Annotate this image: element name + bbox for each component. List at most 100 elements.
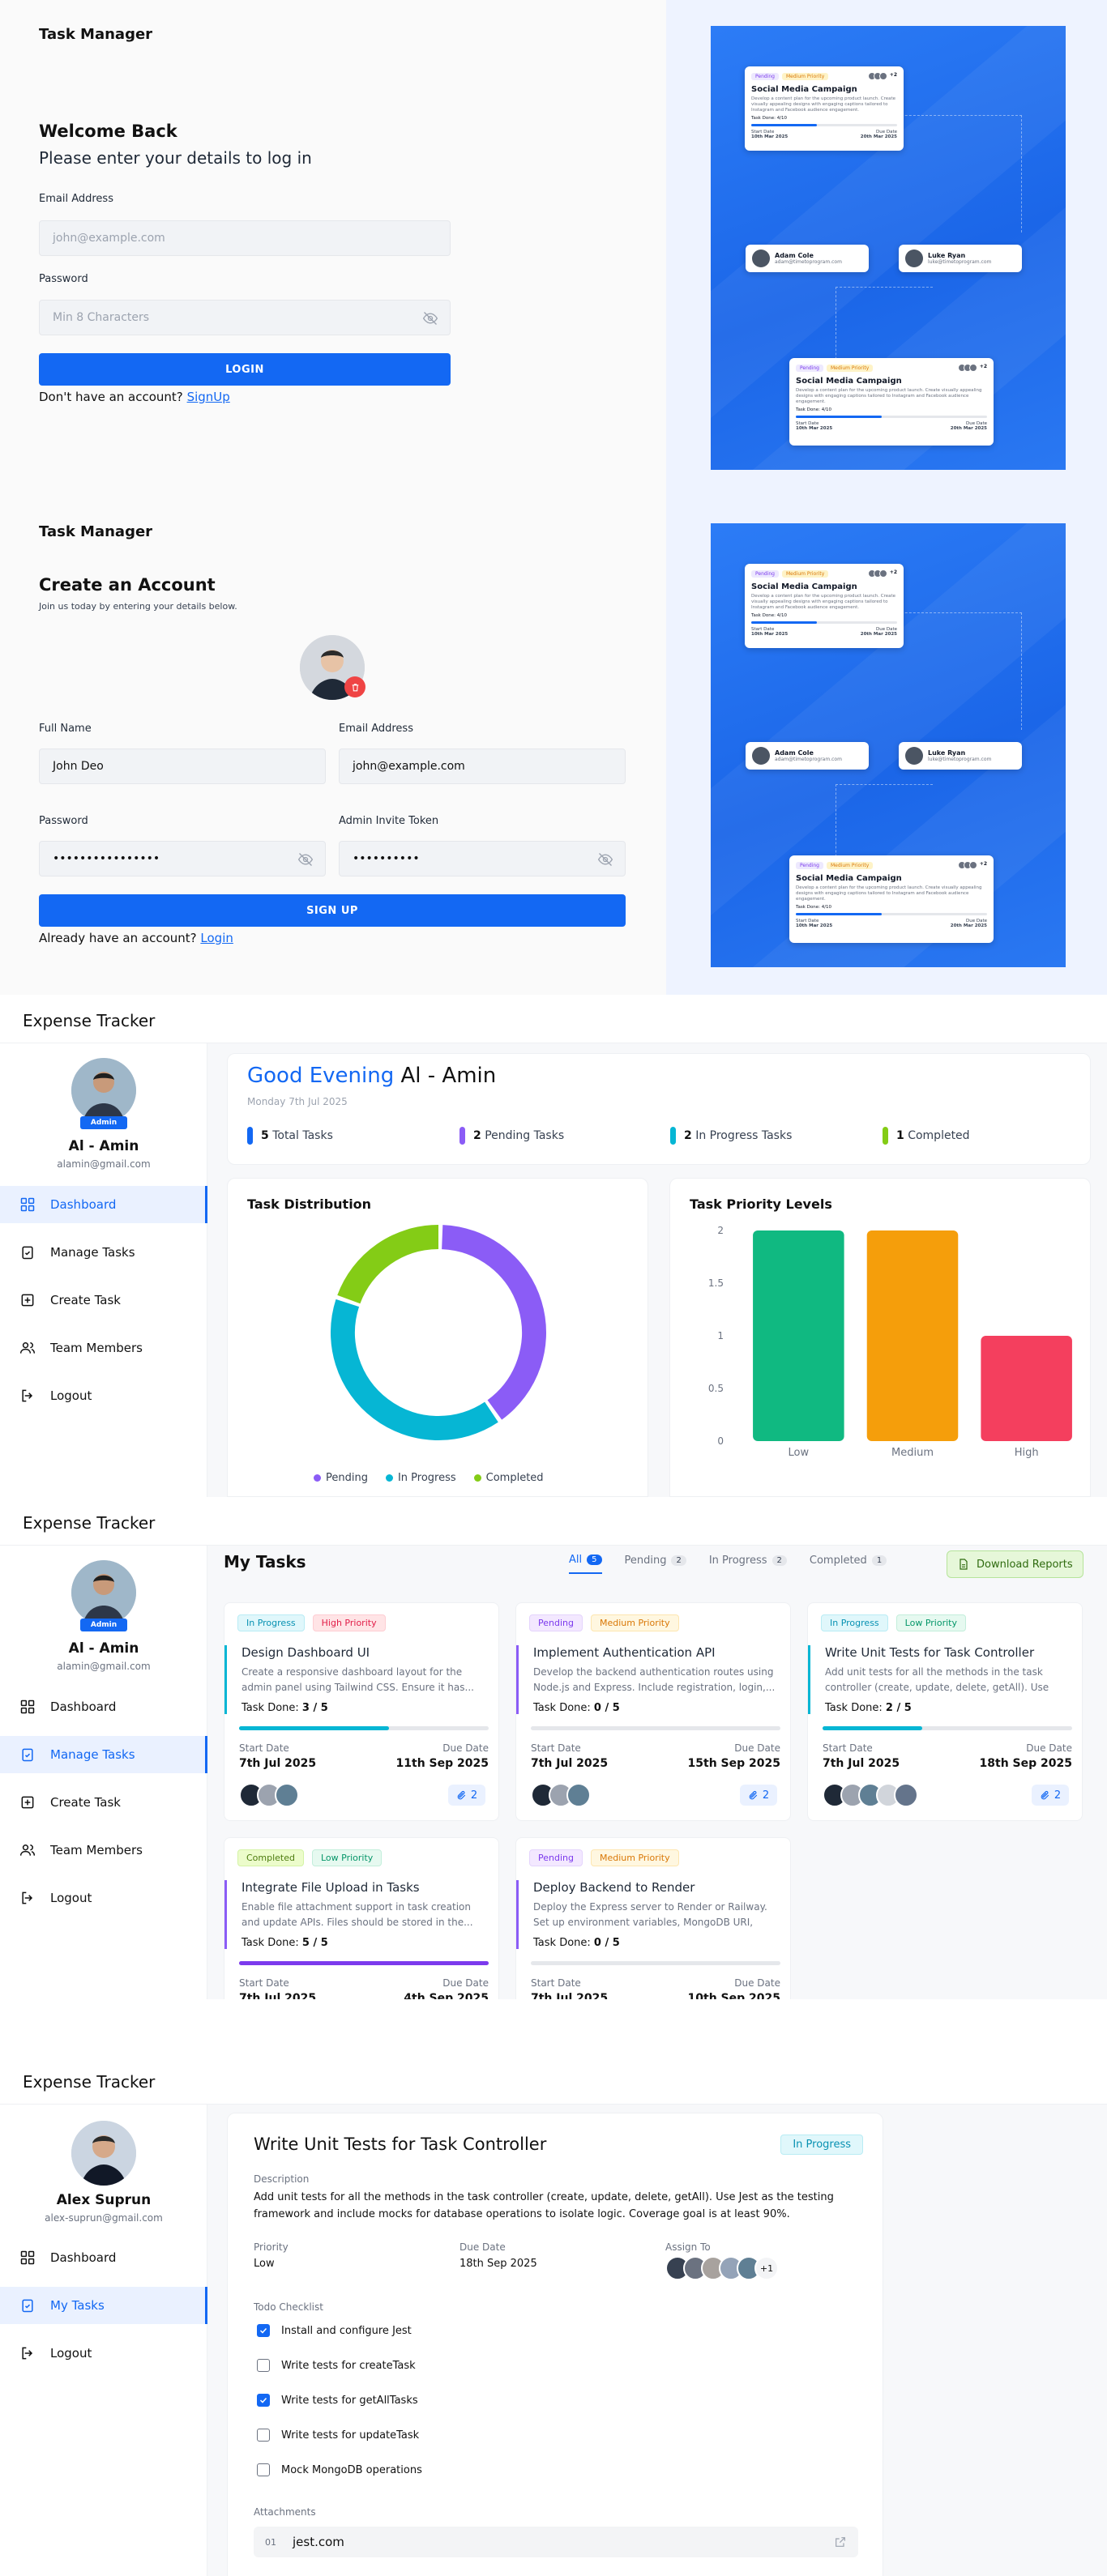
password-input[interactable]: •••••••••••••••• (39, 841, 326, 876)
nav-dashboard-label: Dashboard (50, 1700, 117, 1714)
top-bar: Expense Tracker (0, 2056, 1107, 2105)
checklist-item[interactable]: Install and configure Jest (257, 2324, 412, 2337)
nav-dashboard-label: Dashboard (50, 1197, 117, 1212)
eye-off-icon[interactable] (297, 851, 314, 868)
plus-square-icon (21, 1294, 34, 1307)
nav-create-task-label: Create Task (50, 1795, 121, 1810)
nav-logout[interactable]: Logout (0, 2335, 207, 2372)
checklist-text: Write tests for getAllTasks (281, 2394, 418, 2407)
nav-logout[interactable]: Logout (0, 1879, 207, 1917)
nav-dashboard[interactable]: Dashboard (0, 1186, 207, 1223)
nav-manage-tasks[interactable]: Manage Tasks (0, 1736, 207, 1773)
app-title: Expense Tracker (23, 1011, 156, 1030)
status-badge: Pending (529, 1849, 583, 1866)
paperclip-icon (457, 1790, 466, 1799)
nav-team-members[interactable]: Team Members (0, 1832, 207, 1869)
task-card[interactable]: Pending Medium Priority Deploy Backend to … (515, 1837, 791, 1999)
nav-dashboard[interactable]: Dashboard (0, 1688, 207, 1725)
email-input[interactable]: john@example.com (339, 748, 626, 784)
tab-all[interactable]: All 5 (569, 1554, 602, 1574)
checkbox[interactable] (257, 2429, 270, 2442)
person2-name: Luke Ryan (928, 252, 966, 259)
checklist-item[interactable]: Mock MongoDB operations (257, 2463, 422, 2476)
mini-card-done: Task Done: 4/10 (796, 407, 832, 413)
attachment-count[interactable]: 2 (740, 1785, 777, 1806)
task-card[interactable]: Pending Medium Priority Implement Authenti… (515, 1602, 791, 1821)
nav-logout[interactable]: Logout (0, 1377, 207, 1414)
mini-tag-priority: Medium Priority (827, 862, 874, 869)
mini-avatars: +2 (867, 72, 897, 80)
priority-badge: High Priority (312, 1614, 386, 1631)
checkbox[interactable] (257, 2359, 270, 2372)
progress-bar (823, 1726, 1072, 1730)
start-label: Start Date (823, 1742, 873, 1754)
checkbox[interactable] (257, 2324, 270, 2337)
mini-avatars: +2 (957, 364, 987, 372)
priority-badge: Low Priority (895, 1614, 966, 1631)
attachment-count[interactable]: 2 (448, 1785, 485, 1806)
nav-manage-tasks[interactable]: Manage Tasks (0, 1234, 207, 1271)
nav-create-task[interactable]: Create Task (0, 1282, 207, 1319)
status-badge: Pending (529, 1614, 583, 1631)
login-link[interactable]: Login (200, 931, 233, 945)
signup-button[interactable]: SIGN UP (39, 894, 626, 927)
task-done-label: Task Done: (533, 1937, 591, 1949)
clipboard-check-icon (22, 1246, 33, 1260)
task-card[interactable]: Completed Low Priority Integrate File Uplo… (224, 1837, 499, 1999)
email-input[interactable]: john@example.com (39, 220, 451, 256)
checklist-item[interactable]: Write tests for getAllTasks (257, 2394, 418, 2407)
nav-create-task[interactable]: Create Task (0, 1784, 207, 1821)
task-title: Deploy Backend to Render (533, 1880, 695, 1895)
eye-off-icon[interactable] (597, 851, 613, 868)
nav-dashboard[interactable]: Dashboard (0, 2239, 207, 2276)
sidebar: Alex Suprun alex-suprun@gmail.com Dashbo… (0, 2105, 207, 2576)
password-value: •••••••••••••••• (53, 852, 160, 865)
tab-completed[interactable]: Completed 1 (810, 1554, 887, 1574)
attachment-index: 01 (265, 2536, 276, 2548)
mini-tag-status: Pending (796, 365, 823, 372)
attachment-name: jest.com (293, 2535, 344, 2549)
legend-swatch (314, 1474, 321, 1482)
login-button[interactable]: LOGIN (39, 353, 451, 386)
download-reports-button[interactable]: Download Reports (947, 1550, 1083, 1578)
due-label: Due Date (442, 1977, 489, 1989)
nav-my-tasks[interactable]: My Tasks (0, 2287, 207, 2324)
tab-pending[interactable]: Pending 2 (625, 1554, 686, 1574)
nav-team-members[interactable]: Team Members (0, 1329, 207, 1367)
eye-off-icon[interactable] (422, 310, 438, 326)
task-done-value: 3 / 5 (301, 1702, 328, 1714)
task-card[interactable]: In Progress Low Priority Write Unit Tests … (807, 1602, 1083, 1821)
token-input[interactable]: •••••••••• (339, 841, 626, 876)
delete-photo-button[interactable] (344, 676, 365, 697)
task-desc: Add unit tests for all the methods in th… (825, 1666, 1049, 1693)
legend-label: In Progress (397, 1472, 456, 1484)
checkbox[interactable] (257, 2463, 270, 2476)
mini-tag-priority: Medium Priority (782, 570, 829, 578)
nav-dashboard-label: Dashboard (50, 2250, 117, 2265)
priority-label: Priority (254, 2241, 289, 2253)
fullname-input[interactable]: John Deo (39, 748, 326, 784)
illustration-task-card: Pending Medium Priority +2 Social Media C… (745, 66, 904, 151)
progress-bar (531, 1961, 780, 1965)
external-link-icon[interactable] (834, 2535, 847, 2548)
attachment-count[interactable]: 2 (1032, 1785, 1069, 1806)
assignee-avatars (531, 1783, 591, 1807)
checklist-item[interactable]: Write tests for createTask (257, 2359, 416, 2372)
signup-link[interactable]: SignUp (187, 390, 230, 404)
tab-in-progress[interactable]: In Progress 2 (709, 1554, 787, 1574)
checklist-item[interactable]: Write tests for updateTask (257, 2429, 419, 2442)
greeting: Good Evening Al - Amin (247, 1064, 496, 1088)
avatar (71, 1560, 136, 1625)
task-card[interactable]: In Progress High Priority Design Dashboard… (224, 1602, 499, 1821)
due-value: 18th Sep 2025 (459, 2258, 537, 2270)
nav-manage-tasks-label: Manage Tasks (50, 1747, 135, 1762)
stat-value: 5 (261, 1129, 269, 1142)
user-email: alamin@gmail.com (57, 1158, 151, 1170)
x-tick-label: Low (789, 1447, 810, 1459)
checkbox[interactable] (257, 2394, 270, 2407)
mini-start-date: 10th Mar 2025 (751, 134, 789, 140)
task-desc: Develop the backend authentication route… (533, 1666, 776, 1693)
password-input[interactable]: Min 8 Characters (39, 300, 451, 335)
attachment-item[interactable]: 01 jest.com (254, 2527, 858, 2557)
stat-label: Pending Tasks (485, 1129, 565, 1142)
